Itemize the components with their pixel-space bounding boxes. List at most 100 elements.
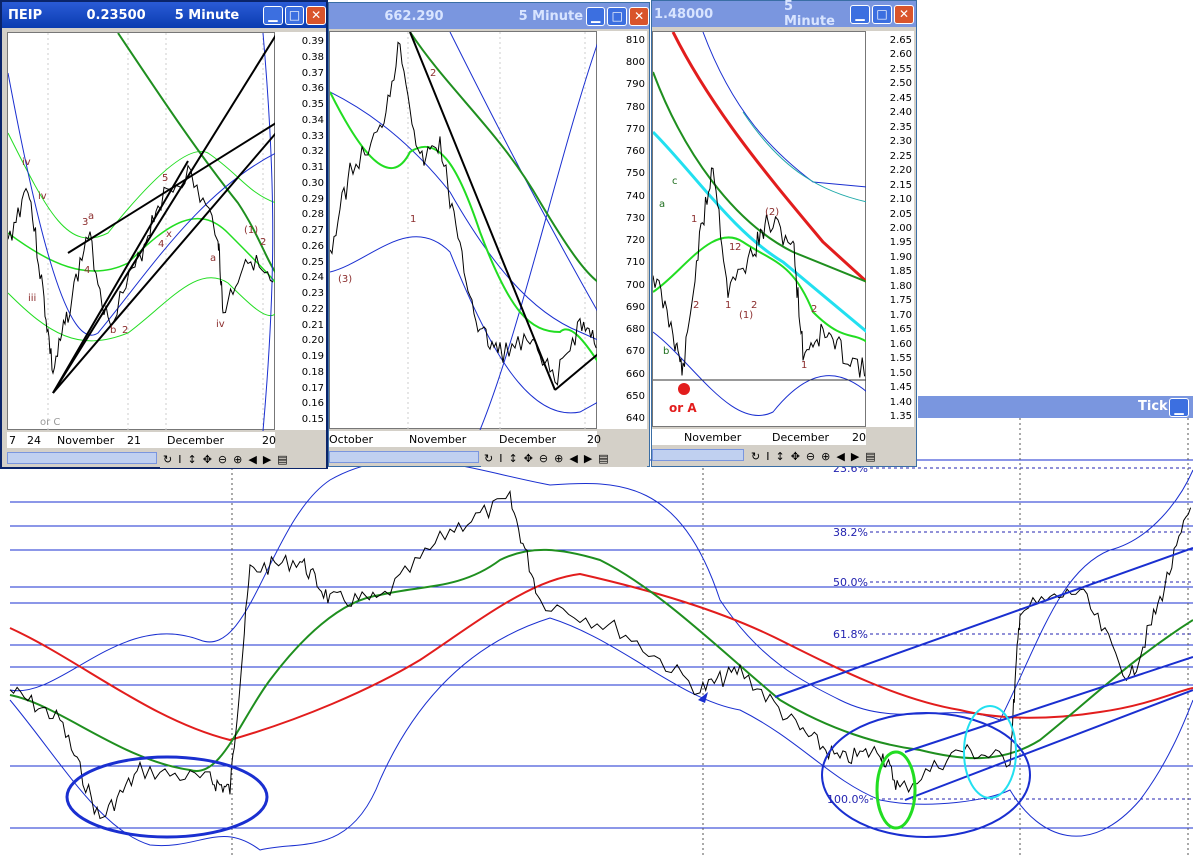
y-tick-label: 0.32 <box>301 146 324 158</box>
close-icon[interactable]: ✕ <box>629 6 649 26</box>
y-tick-label: 2.30 <box>889 136 912 148</box>
right-icon[interactable]: ▶ <box>851 450 859 463</box>
window-3-titlebar[interactable]: 1.48000 5 Minute ▁ □ ✕ <box>652 0 916 29</box>
y-tick-label: 740 <box>625 190 645 202</box>
window-1-svg: iv iv iii a 3 4 b 2 5 x 4 a (1) 2 iv or … <box>7 32 277 432</box>
y-tick-label: 2.35 <box>889 121 912 133</box>
y-tick-label: 1.85 <box>889 266 912 278</box>
minimize-icon[interactable]: ▁ <box>585 6 606 26</box>
zoom-in-icon[interactable]: ⊕ <box>233 453 242 466</box>
close-icon[interactable]: ✕ <box>306 5 327 25</box>
cursor-icon[interactable]: I <box>178 453 181 466</box>
y-tick-label: 770 <box>625 123 645 135</box>
w1-label-1p: (1) <box>244 225 258 236</box>
zoom-out-icon[interactable]: ⊖ <box>218 453 227 466</box>
window-1-plot[interactable]: iv iv iii a 3 4 b 2 5 x 4 a (1) 2 iv or … <box>7 32 277 432</box>
maximize-icon[interactable]: □ <box>872 4 892 24</box>
window-3-price: 1.48000 <box>654 6 714 22</box>
window-2-plot[interactable]: (3) 1 2 <box>329 31 599 431</box>
maximize-icon[interactable]: □ <box>607 6 628 26</box>
zoom-in-icon[interactable]: ⊕ <box>821 450 830 463</box>
move-icon[interactable]: ✥ <box>203 453 212 466</box>
window-1[interactable]: ΠΕΙΡ 0.23500 5 Minute ▁ □ ✕ iv iv iii a … <box>0 0 328 469</box>
y-tick-label: 1.40 <box>889 396 912 408</box>
w1-label-4b: 4 <box>158 239 164 250</box>
refresh-icon[interactable]: ↻ <box>163 453 172 466</box>
window-2-toolbar[interactable]: ↻ I ↕ ✥ ⊖ ⊕ ◀ ▶ ▤ <box>481 449 647 467</box>
close-icon[interactable]: ✕ <box>894 4 914 24</box>
w1-label-iv2: iv <box>38 191 47 202</box>
fib-label-61: 61.8% <box>833 628 868 641</box>
w3-date-2: 20 <box>852 431 866 444</box>
w2-date-2: December <box>499 433 557 446</box>
refresh-icon[interactable]: ↻ <box>751 450 760 463</box>
w1-label-2: 2 <box>122 325 128 336</box>
window-3-scrollbar[interactable] <box>652 449 744 461</box>
window-2-titlebar[interactable]: 662.290 5 Minute ▁ □ ✕ <box>329 3 649 29</box>
left-icon[interactable]: ◀ <box>248 453 256 466</box>
move-icon[interactable]: ✥ <box>524 452 533 465</box>
y-tick-label: 0.19 <box>301 351 324 362</box>
zoom-in-icon[interactable]: ⊕ <box>554 452 563 465</box>
w3-label-c: c <box>672 176 678 187</box>
window-2[interactable]: 662.290 5 Minute ▁ □ ✕ (3) 1 2 810 800 7… <box>328 2 650 467</box>
y-tick-label: 0.39 <box>301 36 324 47</box>
y-tick-label: 1.60 <box>889 338 912 350</box>
minimize-icon[interactable]: ▁ <box>850 4 870 24</box>
window-3-toolbar[interactable]: ↻ I ↕ ✥ ⊖ ⊕ ◀ ▶ ▤ <box>748 447 914 465</box>
w1-label-a: a <box>88 211 94 222</box>
w1-label-3: 3 <box>82 217 88 228</box>
window-1-scrollbar[interactable] <box>7 452 157 464</box>
y-tick-label: 1.55 <box>889 353 912 365</box>
window-3[interactable]: 1.48000 5 Minute ▁ □ ✕ c a b 2 1 1 2 (2)… <box>651 0 917 467</box>
w3-date-1: December <box>772 431 830 444</box>
table-icon[interactable]: ▤ <box>277 453 287 466</box>
window-2-dates: October November December 20 <box>329 431 601 447</box>
window-1-dates: 7 24 November 21 December 20 <box>7 432 276 448</box>
window-3-plot[interactable]: c a b 2 1 1 2 (2) (1) 2 1 1 2 or A <box>651 31 869 427</box>
y-tick-label: 0.26 <box>301 240 324 252</box>
y-tick-label: 760 <box>625 146 645 158</box>
y-tick-label: 780 <box>625 101 645 113</box>
y-tick-label: 0.29 <box>301 193 324 205</box>
window-2-scrollbar[interactable] <box>329 451 479 463</box>
w3-label-1b: 1 <box>725 300 731 311</box>
y-tick-label: 0.34 <box>301 114 324 126</box>
y-tick-label: 2.25 <box>889 150 912 162</box>
minimize-icon[interactable]: ▁ <box>263 5 283 25</box>
w3-label-1: 1 <box>691 214 697 225</box>
right-icon[interactable]: ▶ <box>584 452 592 465</box>
y-tick-label: 700 <box>625 279 645 291</box>
left-icon[interactable]: ◀ <box>836 450 844 463</box>
y-tick-label: 0.38 <box>301 51 324 63</box>
w3-label-2: 2 <box>693 300 699 311</box>
w1-date-5: 20 <box>262 434 276 447</box>
w1-label-b: b <box>110 325 116 336</box>
bottom-window-titlebar[interactable]: Tick ▁ <box>918 396 1193 418</box>
window-1-toolbar[interactable]: ↻ I ↕ ✥ ⊖ ⊕ ◀ ▶ ▤ <box>160 450 326 468</box>
w3-label-2d: 2 <box>735 242 741 253</box>
main-hlines <box>10 459 1193 829</box>
refresh-icon[interactable]: ↻ <box>484 452 493 465</box>
bottom-minimize-button[interactable]: ▁ <box>1169 398 1189 417</box>
zoom-out-icon[interactable]: ⊖ <box>539 452 548 465</box>
vmove-icon[interactable]: ↕ <box>508 452 517 465</box>
table-icon[interactable]: ▤ <box>598 452 608 465</box>
window-1-yaxis: 0.39 0.38 0.37 0.36 0.35 0.34 0.33 0.32 0.31 0.30… <box>275 32 326 430</box>
maximize-icon[interactable]: □ <box>284 5 305 25</box>
table-icon[interactable]: ▤ <box>865 450 875 463</box>
vmove-icon[interactable]: ↕ <box>775 450 784 463</box>
zoom-out-icon[interactable]: ⊖ <box>806 450 815 463</box>
right-icon[interactable]: ▶ <box>263 453 271 466</box>
cursor-icon[interactable]: I <box>766 450 769 463</box>
cursor-icon[interactable]: I <box>499 452 502 465</box>
y-tick-label: 1.75 <box>889 295 912 307</box>
move-icon[interactable]: ✥ <box>791 450 800 463</box>
window-1-titlebar[interactable]: ΠΕΙΡ 0.23500 5 Minute ▁ □ ✕ <box>2 2 327 28</box>
vmove-icon[interactable]: ↕ <box>187 453 196 466</box>
window-3-svg: c a b 2 1 1 2 (2) (1) 2 1 1 2 or A <box>651 31 869 416</box>
w3-label-1p: (1) <box>739 310 753 321</box>
fib-label-100: 100.0% <box>827 793 869 806</box>
left-icon[interactable]: ◀ <box>569 452 577 465</box>
w1-label-iii: iii <box>28 293 36 304</box>
